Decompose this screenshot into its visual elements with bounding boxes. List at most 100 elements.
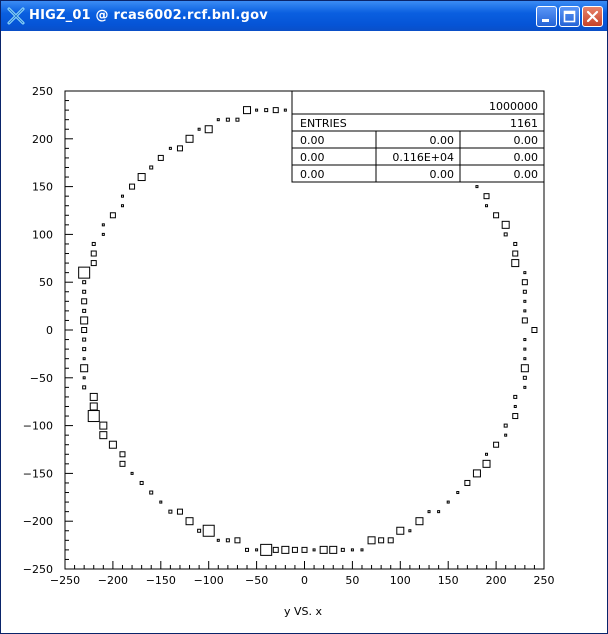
data-box (89, 392, 98, 401)
data-box (360, 548, 364, 552)
data-box (87, 410, 100, 423)
data-box (235, 117, 240, 122)
minimize-icon (542, 19, 549, 22)
data-box (90, 250, 97, 257)
x-tick-label: 250 (534, 574, 555, 587)
x-tick-label: 50 (345, 574, 359, 587)
data-box (82, 280, 87, 285)
data-box (283, 108, 287, 112)
x-tick-label: −100 (194, 574, 224, 587)
data-box (408, 529, 412, 533)
data-box (197, 127, 201, 131)
x-tick-label: 200 (486, 574, 507, 587)
data-box (522, 375, 527, 380)
data-box (415, 517, 424, 526)
data-box (437, 510, 441, 514)
data-box (427, 510, 431, 514)
data-box (149, 165, 154, 170)
title-bar[interactable]: HIGZ_01 @ rcas6002.rcf.bnl.gov (1, 1, 607, 31)
data-box (130, 471, 134, 475)
data-box (446, 500, 450, 504)
data-box (91, 241, 96, 246)
data-box (281, 545, 290, 554)
y-tick-label: 250 (32, 85, 53, 98)
data-box (523, 347, 527, 351)
data-box (120, 204, 124, 208)
x-tick-label: −200 (98, 574, 128, 587)
data-box (119, 460, 126, 467)
data-box (157, 154, 164, 161)
data-box (99, 431, 108, 440)
data-box (101, 223, 105, 227)
data-box (493, 441, 500, 448)
data-box (82, 385, 87, 390)
data-box (81, 298, 88, 305)
data-box (80, 364, 89, 373)
y-tick-label: −100 (23, 420, 53, 433)
y-tick-label: −50 (30, 372, 53, 385)
data-box (512, 250, 519, 257)
data-box (319, 545, 328, 554)
y-tick-label: 50 (39, 276, 53, 289)
y-tick-label: −200 (23, 515, 53, 528)
data-box (485, 452, 489, 456)
data-box (101, 232, 105, 236)
stats-cell: 0.00 (514, 151, 539, 164)
y-tick-label: 100 (32, 228, 53, 241)
data-box (513, 394, 518, 399)
data-box (456, 491, 460, 495)
data-box (90, 260, 97, 267)
data-box (272, 546, 279, 553)
data-box (503, 232, 508, 237)
data-box (513, 241, 518, 246)
data-box (312, 548, 316, 552)
data-box (176, 508, 183, 515)
data-box (185, 517, 194, 526)
data-box (78, 266, 91, 279)
data-box (523, 309, 527, 313)
data-box (511, 259, 520, 268)
x-icon (7, 7, 25, 25)
data-box (82, 347, 87, 352)
data-box (521, 317, 528, 324)
data-box (513, 404, 517, 408)
data-box (82, 376, 86, 380)
maximize-icon (563, 10, 576, 23)
data-box (168, 146, 172, 150)
data-box (185, 134, 194, 143)
data-box (129, 183, 136, 190)
data-box (176, 145, 183, 152)
stats-cell: 0.00 (430, 168, 455, 181)
data-box (225, 117, 230, 122)
data-box (264, 108, 269, 113)
data-box (82, 308, 87, 313)
window-title: HIGZ_01 @ rcas6002.rcf.bnl.gov (29, 8, 268, 23)
x-tick-label: 100 (390, 574, 411, 587)
stats-cell: 1000000 (489, 100, 538, 113)
stats-cell: 0.00 (300, 168, 325, 181)
data-box (81, 327, 88, 333)
data-box (139, 480, 144, 485)
maximize-button[interactable] (559, 6, 580, 27)
data-box (504, 433, 508, 437)
data-box (137, 173, 146, 182)
data-box (204, 125, 213, 134)
stats-cell: 1161 (510, 117, 538, 130)
y-tick-label: 200 (32, 133, 53, 146)
close-button[interactable] (582, 6, 603, 27)
stats-cell: 0.00 (514, 168, 539, 181)
data-box (523, 299, 527, 303)
x-tick-label: −250 (50, 574, 80, 587)
stats-cell: 0.00 (300, 134, 325, 147)
data-box (531, 327, 538, 333)
higz-window: HIGZ_01 @ rcas6002.rcf.bnl.gov −250 −200 −… (0, 0, 608, 634)
stats-cell: 0.00 (300, 151, 325, 164)
data-box (301, 546, 308, 553)
data-box (243, 106, 252, 115)
data-box (82, 289, 87, 294)
data-box (503, 423, 508, 428)
data-box (367, 536, 376, 545)
data-box (291, 546, 298, 553)
data-box (522, 289, 527, 294)
minimize-button[interactable] (536, 6, 557, 27)
